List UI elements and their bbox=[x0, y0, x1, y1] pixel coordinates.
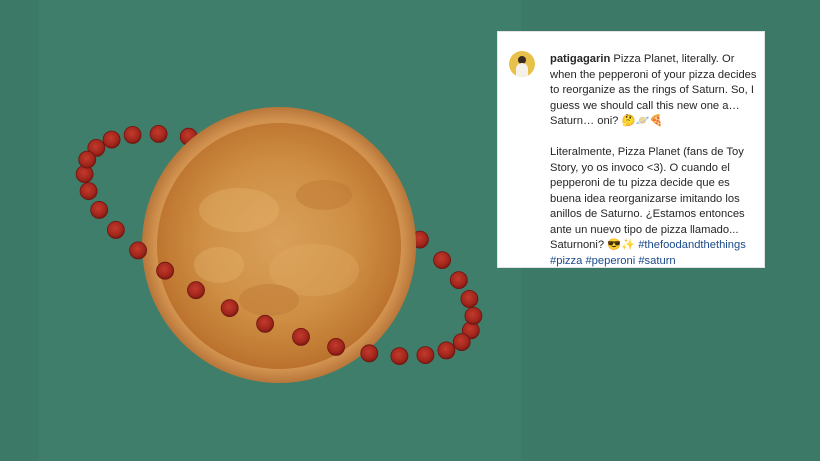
pepperoni-slice bbox=[292, 327, 310, 346]
username-link[interactable]: patigagarin bbox=[550, 53, 610, 65]
pepperoni-slice bbox=[75, 165, 94, 184]
pepperoni-slice bbox=[390, 347, 409, 366]
pepperoni-slice bbox=[129, 241, 147, 260]
hashtag-link[interactable]: #peperoni bbox=[585, 255, 635, 267]
pepperoni-slice bbox=[327, 337, 346, 356]
pepperoni-slice bbox=[460, 289, 479, 308]
pepperoni-slice bbox=[156, 261, 174, 280]
pepperoni-slice bbox=[149, 124, 168, 143]
pepperoni-slice bbox=[449, 271, 468, 290]
pepperoni-slice bbox=[452, 333, 471, 352]
hashtag-link[interactable]: #saturn bbox=[638, 255, 675, 267]
caption-en-paragraph: patigagarin Pizza Planet, literally. Or … bbox=[550, 52, 760, 130]
pepperoni-slice bbox=[416, 346, 435, 365]
hashtag-link[interactable]: #thefoodandthethings bbox=[638, 239, 746, 251]
pepperoni-slice bbox=[437, 341, 456, 360]
pepperoni-slice bbox=[256, 314, 275, 333]
hashtag-link[interactable]: #pizza bbox=[550, 255, 582, 267]
pepperoni-slice bbox=[107, 220, 125, 239]
post-caption-card: patigagarin Pizza Planet, literally. Or … bbox=[497, 31, 765, 268]
avatar-body bbox=[516, 63, 528, 77]
pepperoni-slice bbox=[187, 281, 205, 300]
pepperoni-slice bbox=[220, 299, 239, 318]
post-photo bbox=[39, 0, 521, 461]
pepperoni-slice bbox=[102, 130, 121, 149]
pepperoni-slice bbox=[433, 251, 452, 270]
pizza-cheese bbox=[157, 123, 401, 369]
pepperoni-slice bbox=[360, 344, 379, 363]
caption-es-paragraph: Literalmente, Pizza Planet (fans de Toy … bbox=[550, 145, 760, 269]
pepperoni-slice bbox=[90, 200, 109, 219]
pepperoni-slice bbox=[123, 125, 142, 144]
pepperoni-slice bbox=[78, 150, 97, 169]
pizza-saturn-image bbox=[75, 107, 483, 383]
pepperoni-slice bbox=[464, 306, 483, 325]
pepperoni-slice bbox=[79, 182, 98, 201]
user-avatar[interactable] bbox=[509, 51, 535, 77]
caption-es: Literalmente, Pizza Planet (fans de Toy … bbox=[550, 146, 745, 251]
caption-text: patigagarin Pizza Planet, literally. Or … bbox=[550, 52, 760, 269]
